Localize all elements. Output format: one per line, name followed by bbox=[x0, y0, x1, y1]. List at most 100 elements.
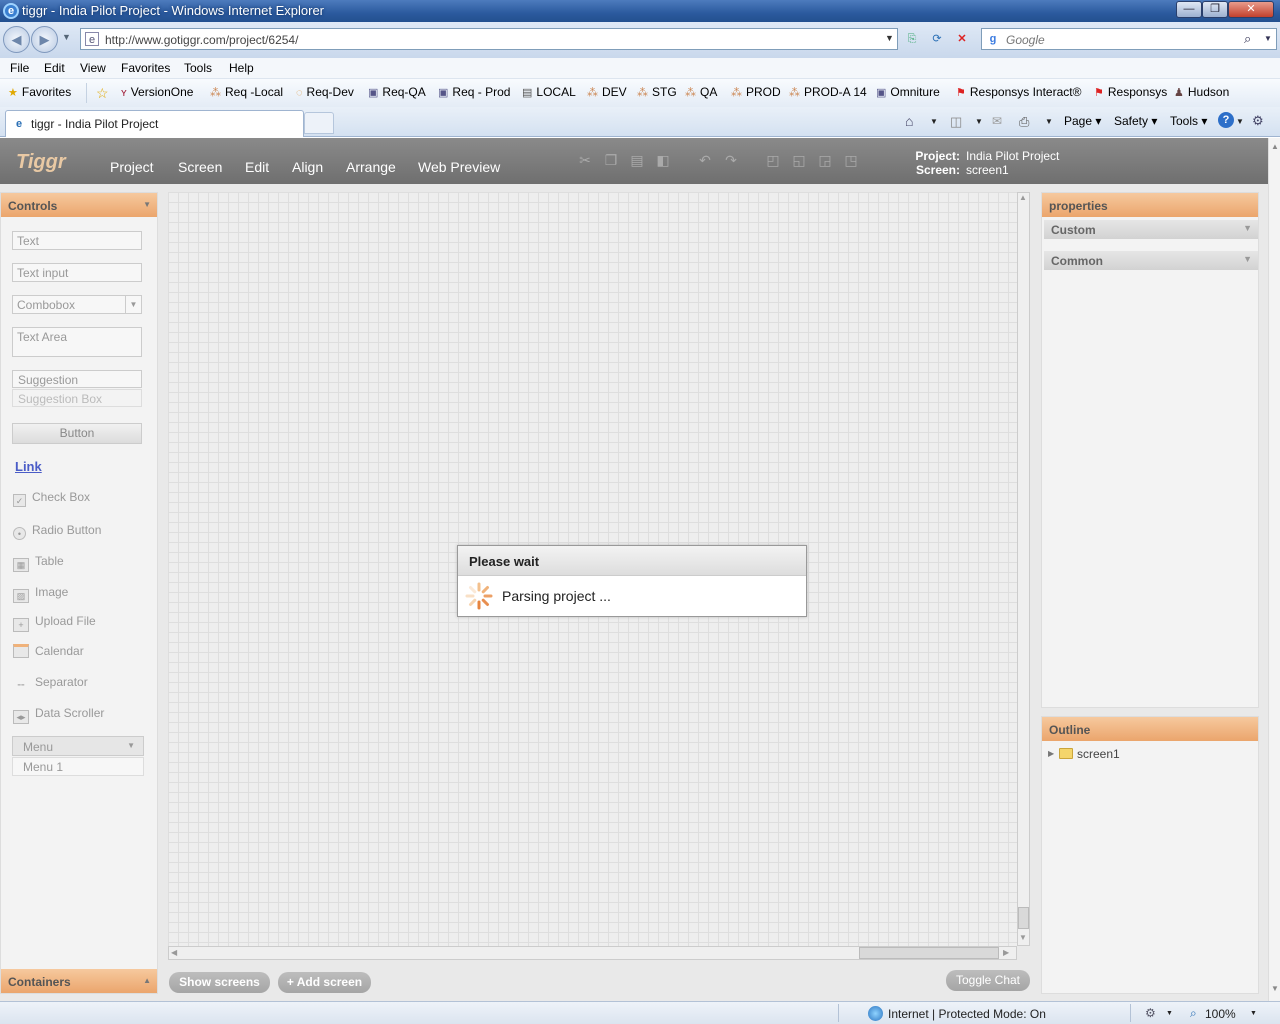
minimize-button[interactable]: — bbox=[1176, 1, 1202, 18]
url-field[interactable]: e http://www.gotiggr.com/project/6254/ ▼ bbox=[80, 28, 898, 50]
feeds-icon[interactable]: ◫ bbox=[950, 114, 962, 130]
history-dropdown-icon[interactable]: ▼ bbox=[62, 32, 71, 42]
add-screen-button[interactable]: + Add screen bbox=[278, 972, 371, 993]
scroll-up-icon[interactable]: ▲ bbox=[1019, 193, 1027, 202]
control-radio-button[interactable]: • Radio Button bbox=[13, 523, 101, 540]
undo-icon[interactable]: ↶ bbox=[696, 151, 714, 169]
favorite-link[interactable]: ⚑ Responsys Interact® bbox=[956, 85, 1081, 99]
control-separator[interactable]: ╌ Separator bbox=[13, 675, 87, 693]
menu-file[interactable]: File bbox=[10, 61, 29, 75]
app-menu-arrange[interactable]: Arrange bbox=[346, 159, 396, 175]
back-button[interactable]: ◀ bbox=[3, 26, 30, 53]
page-scroll-down-icon[interactable]: ▼ bbox=[1271, 984, 1279, 993]
menu-favorites[interactable]: Favorites bbox=[121, 61, 170, 75]
containers-header[interactable]: Containers ▲ bbox=[1, 969, 157, 993]
favorite-link[interactable]: ◌ Req-Dev bbox=[296, 85, 354, 99]
app-menu-screen[interactable]: Screen bbox=[178, 159, 222, 175]
control-text-area[interactable]: Text Area bbox=[12, 327, 142, 357]
canvas-horizontal-scrollbar[interactable]: ◀ ▶ bbox=[168, 946, 1017, 960]
page-scroll-up-icon[interactable]: ▲ bbox=[1271, 142, 1279, 151]
app-menu-edit[interactable]: Edit bbox=[245, 159, 269, 175]
control-button[interactable]: Button bbox=[12, 423, 142, 444]
url-dropdown-icon[interactable]: ▼ bbox=[885, 33, 894, 43]
favorite-link[interactable]: ⁂ PROD bbox=[731, 85, 781, 99]
app-menu-web-preview[interactable]: Web Preview bbox=[418, 159, 500, 175]
new-tab-button[interactable] bbox=[304, 112, 334, 134]
tools-menu[interactable]: Tools ▾ bbox=[1170, 114, 1207, 128]
help-dropdown-icon[interactable]: ▼ bbox=[1236, 117, 1244, 126]
canvas-vertical-scrollbar[interactable]: ▲ ▼ bbox=[1017, 192, 1030, 946]
app-menu-align[interactable]: Align bbox=[292, 159, 323, 175]
outline-screen-item[interactable]: screen1 bbox=[1077, 747, 1120, 761]
zoom-dropdown-icon[interactable]: ▼ bbox=[1250, 1010, 1257, 1017]
security-zone-text[interactable]: Internet | Protected Mode: On bbox=[888, 1007, 1046, 1021]
favorite-link[interactable]: ⁂ QA bbox=[685, 85, 717, 99]
redo-icon[interactable]: ↷ bbox=[722, 151, 740, 169]
close-window-button[interactable]: ✕ bbox=[1228, 1, 1274, 18]
refresh-icon[interactable]: ⟳ bbox=[930, 32, 944, 46]
menu-view[interactable]: View bbox=[80, 61, 106, 75]
scroll-left-icon[interactable]: ◀ bbox=[171, 948, 177, 957]
home-dropdown-icon[interactable]: ▼ bbox=[930, 117, 938, 126]
menu-edit[interactable]: Edit bbox=[44, 61, 65, 75]
search-field[interactable]: g Google ⌕ ▼ bbox=[981, 28, 1277, 50]
search-dropdown-icon[interactable]: ▼ bbox=[1264, 34, 1272, 43]
bring-forward-icon[interactable]: ◱ bbox=[790, 151, 808, 169]
show-screens-button[interactable]: Show screens bbox=[169, 972, 270, 993]
favorite-link[interactable]: ▣ Req-QA bbox=[368, 85, 426, 99]
control-data-scroller[interactable]: ◂▸ Data Scroller bbox=[13, 706, 104, 724]
favorite-link[interactable]: ⁂ Req -Local bbox=[210, 85, 283, 99]
home-icon[interactable]: ⌂ bbox=[905, 113, 913, 129]
cut-icon[interactable]: ✂ bbox=[576, 151, 594, 169]
control-text-input[interactable]: Text input bbox=[12, 263, 142, 282]
send-to-back-icon[interactable]: ◳ bbox=[842, 151, 860, 169]
forward-button[interactable]: ▶ bbox=[31, 26, 58, 53]
compatibility-icon[interactable]: ⎘ bbox=[905, 32, 919, 46]
print-dropdown-icon[interactable]: ▼ bbox=[1045, 117, 1053, 126]
favorite-link[interactable]: ⚑ Responsys bbox=[1094, 85, 1167, 99]
stop-icon[interactable]: ✕ bbox=[955, 32, 969, 46]
page-menu[interactable]: Page ▾ bbox=[1064, 114, 1101, 128]
maximize-button[interactable]: ❐ bbox=[1202, 1, 1228, 18]
favorite-link[interactable]: ⁂ PROD-A 14 bbox=[789, 85, 867, 99]
duplicate-icon[interactable]: ◧ bbox=[654, 151, 672, 169]
scroll-right-icon[interactable]: ▶ bbox=[1003, 948, 1009, 957]
scroll-down-icon[interactable]: ▼ bbox=[1019, 933, 1027, 942]
favorite-link[interactable]: ▣ Omniture bbox=[876, 85, 940, 99]
control-text[interactable]: Text bbox=[12, 231, 142, 250]
feeds-dropdown-icon[interactable]: ▼ bbox=[975, 117, 983, 126]
favorite-link[interactable]: ♟ Hudson bbox=[1174, 85, 1229, 99]
favorite-link[interactable]: ▣ Req - Prod bbox=[438, 85, 510, 99]
menu-help[interactable]: Help bbox=[229, 61, 254, 75]
control-check-box[interactable]: ✓ Check Box bbox=[13, 490, 90, 507]
browser-vertical-scrollbar[interactable]: ▲ ▼ bbox=[1268, 138, 1280, 1001]
custom-section[interactable]: Custom ▼ bbox=[1044, 220, 1258, 239]
tree-expand-icon[interactable]: ▶ bbox=[1048, 749, 1054, 758]
controls-header[interactable]: Controls ▼ bbox=[1, 193, 157, 217]
favorite-link[interactable]: ⁂ STG bbox=[637, 85, 677, 99]
control-calendar[interactable]: Calendar bbox=[13, 644, 84, 658]
print-icon[interactable]: ⎙ bbox=[1019, 114, 1029, 130]
control-combobox[interactable]: Combobox ▼ bbox=[12, 295, 142, 314]
control-suggestion[interactable]: Suggestion bbox=[12, 370, 142, 388]
control-link[interactable]: Link bbox=[15, 459, 42, 474]
favorite-link[interactable]: ▤ LOCAL bbox=[522, 85, 576, 99]
safety-menu[interactable]: Safety ▾ bbox=[1114, 114, 1157, 128]
toggle-chat-button[interactable]: Toggle Chat bbox=[946, 970, 1030, 991]
favorite-link[interactable]: ⁂ DEV bbox=[587, 85, 627, 99]
horizontal-scroll-thumb[interactable] bbox=[859, 947, 999, 959]
common-section[interactable]: Common ▼ bbox=[1044, 251, 1258, 270]
app-menu-project[interactable]: Project bbox=[110, 159, 154, 175]
research-icon[interactable]: ⚙ bbox=[1252, 113, 1264, 129]
vertical-scroll-thumb[interactable] bbox=[1018, 907, 1029, 929]
favorite-link[interactable]: ʏ VersionOne bbox=[121, 85, 193, 99]
search-icon[interactable]: ⌕ bbox=[1244, 31, 1251, 47]
bring-to-front-icon[interactable]: ◰ bbox=[764, 151, 782, 169]
help-icon[interactable]: ? bbox=[1218, 112, 1234, 128]
control-image[interactable]: ▨ Image bbox=[13, 585, 68, 603]
favorites-button[interactable]: ★ Favorites bbox=[8, 85, 71, 99]
tab-active[interactable]: e tiggr - India Pilot Project bbox=[5, 110, 304, 137]
control-table[interactable]: ▦ Table bbox=[13, 554, 64, 572]
zoom-level[interactable]: 100% bbox=[1205, 1007, 1236, 1021]
control-menu[interactable]: Menu ▼ bbox=[12, 736, 144, 756]
